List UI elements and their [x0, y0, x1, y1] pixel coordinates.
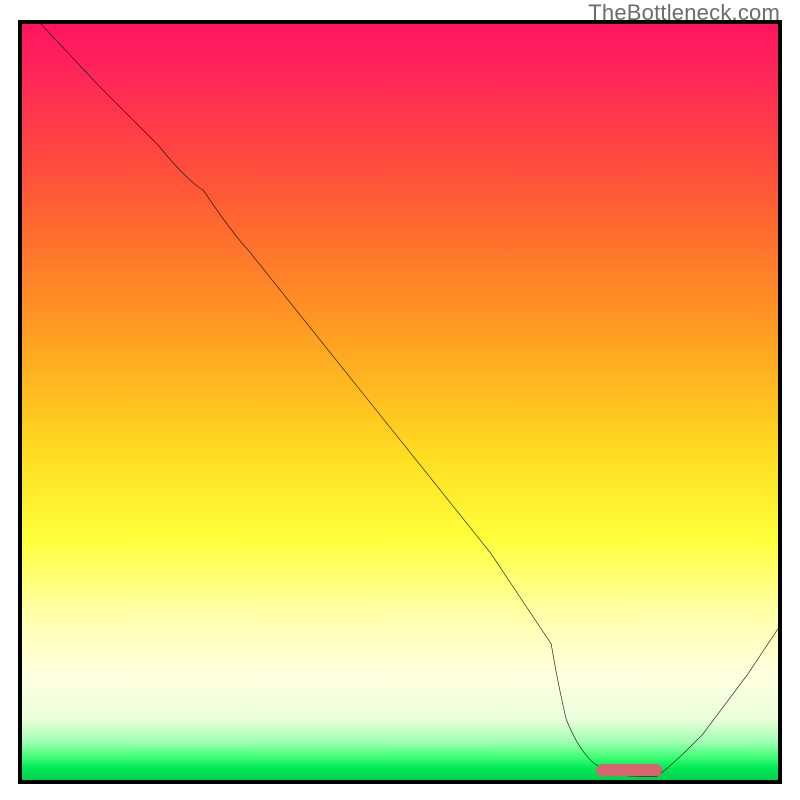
bottleneck-curve: [22, 24, 778, 780]
optimal-range-marker: [596, 764, 662, 776]
chart-frame: [18, 20, 782, 784]
curve-path: [41, 24, 778, 776]
